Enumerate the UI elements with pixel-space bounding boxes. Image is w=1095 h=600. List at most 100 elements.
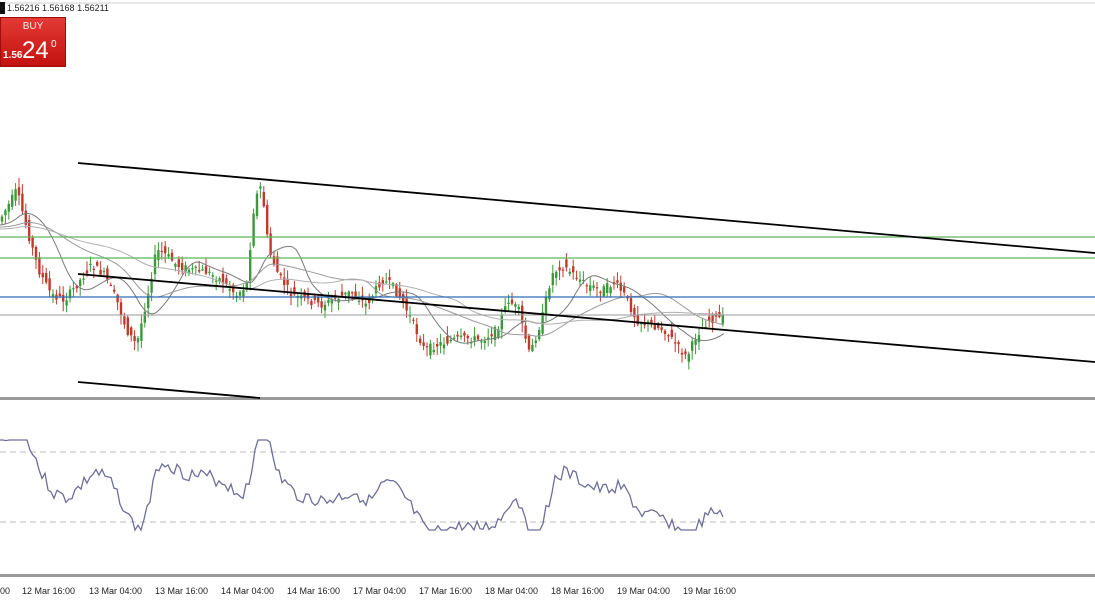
- candle-body: [473, 336, 476, 341]
- candle-body: [507, 302, 510, 304]
- candle-body: [442, 344, 446, 349]
- price-chart-svg[interactable]: [0, 0, 1095, 600]
- candle-body: [708, 316, 711, 321]
- candle-body: [466, 335, 469, 339]
- candle-body: [136, 338, 140, 343]
- candle-body: [395, 284, 398, 297]
- bottom-separator: [0, 574, 1095, 577]
- candle-body: [544, 297, 548, 315]
- candle-body: [72, 288, 75, 290]
- candle-body: [252, 213, 255, 247]
- candle-body: [198, 269, 201, 272]
- candle-body: [191, 268, 194, 270]
- candle-body: [405, 296, 408, 311]
- quote-symbol-box[interactable]: [0, 2, 5, 14]
- quote-values: 1.56216 1.56168 1.56211: [7, 3, 109, 13]
- candle-body: [364, 303, 367, 307]
- candle-body: [534, 340, 537, 344]
- candle-body: [385, 281, 388, 283]
- candle-body: [177, 259, 180, 267]
- oscillator-line: [0, 439, 724, 532]
- candle-body: [578, 279, 582, 282]
- candle-body: [4, 210, 7, 216]
- candle-body: [514, 304, 517, 307]
- candle-body: [283, 277, 286, 285]
- candle-body: [255, 193, 259, 217]
- candle-body: [181, 263, 184, 271]
- candle-body: [456, 334, 459, 337]
- buy-button[interactable]: BUY 1.56 24 0: [0, 17, 66, 67]
- candle-body: [85, 270, 89, 274]
- candle-body: [266, 204, 269, 235]
- candle-body: [160, 250, 163, 253]
- time-axis-label: 13 Mar 16:00: [155, 586, 209, 596]
- candle-body: [41, 272, 44, 278]
- candle-body: [215, 280, 218, 282]
- time-axis-label: 00: [0, 586, 11, 596]
- candle-body: [157, 250, 160, 261]
- candle-body: [48, 278, 51, 291]
- candle-body: [561, 269, 565, 271]
- candle-body: [113, 289, 116, 292]
- candle-body: [510, 299, 514, 304]
- candle-body: [62, 294, 65, 302]
- candle-body: [289, 293, 293, 297]
- candle-body: [657, 325, 660, 328]
- candle-body: [691, 341, 694, 351]
- candle-body: [126, 317, 129, 335]
- time-axis-label: 13 Mar 04:00: [89, 586, 143, 596]
- candle-body: [674, 342, 677, 344]
- drawn-lines[interactable]: [0, 162, 1095, 399]
- candle-body: [106, 268, 109, 280]
- time-axis-label: 19 Mar 16:00: [683, 586, 737, 596]
- candle-body: [14, 189, 17, 201]
- candle-body: [259, 186, 262, 189]
- buy-price-big: 24: [22, 37, 49, 64]
- candle-body: [589, 285, 592, 292]
- chart-area[interactable]: 1.56216 1.56168 1.56211 BUY 1.56 24 0 00…: [0, 0, 1095, 600]
- candle-body: [228, 289, 231, 291]
- candle-body: [558, 267, 561, 271]
- time-axis-label: 19 Mar 04:00: [617, 586, 671, 596]
- candle-body: [538, 329, 541, 340]
- candle-body: [368, 299, 371, 304]
- candle-body: [551, 273, 554, 286]
- candle-body: [453, 337, 456, 339]
- candle-body: [595, 287, 599, 289]
- candle-body: [677, 342, 680, 345]
- candle-body: [531, 345, 534, 352]
- channel-lower-line: [77, 381, 261, 399]
- candle-body: [204, 266, 208, 274]
- candle-body: [419, 338, 422, 343]
- candle-body: [684, 351, 687, 355]
- candle-body: [388, 277, 391, 281]
- candle-body: [323, 304, 327, 311]
- candle-body: [17, 187, 21, 196]
- candle-body: [208, 271, 211, 273]
- candle-body: [354, 291, 357, 298]
- time-axis-label: 14 Mar 04:00: [221, 586, 275, 596]
- candle-body: [476, 335, 480, 340]
- candle-body: [7, 203, 10, 212]
- candle-body: [459, 335, 463, 337]
- candle-body: [575, 277, 578, 279]
- candle-body: [463, 332, 466, 336]
- candle-body: [21, 193, 24, 212]
- candle-body: [133, 336, 136, 342]
- candle-body: [130, 327, 133, 336]
- time-axis-label: 17 Mar 16:00: [419, 586, 473, 596]
- chart-frame: [0, 2, 1095, 577]
- candle-body: [109, 284, 112, 287]
- candle-body: [572, 266, 575, 273]
- candle-body: [99, 269, 102, 275]
- candle-body: [31, 237, 34, 248]
- candle-body: [599, 291, 602, 294]
- candle-body: [79, 279, 82, 286]
- candle-body: [602, 286, 605, 297]
- one-click-trade-panel: BUY 1.56 24 0: [0, 17, 66, 67]
- candle-body: [327, 299, 330, 303]
- candle-body: [517, 306, 520, 310]
- candle-body: [619, 282, 622, 291]
- candle-body: [140, 323, 143, 341]
- candle-body: [568, 271, 571, 274]
